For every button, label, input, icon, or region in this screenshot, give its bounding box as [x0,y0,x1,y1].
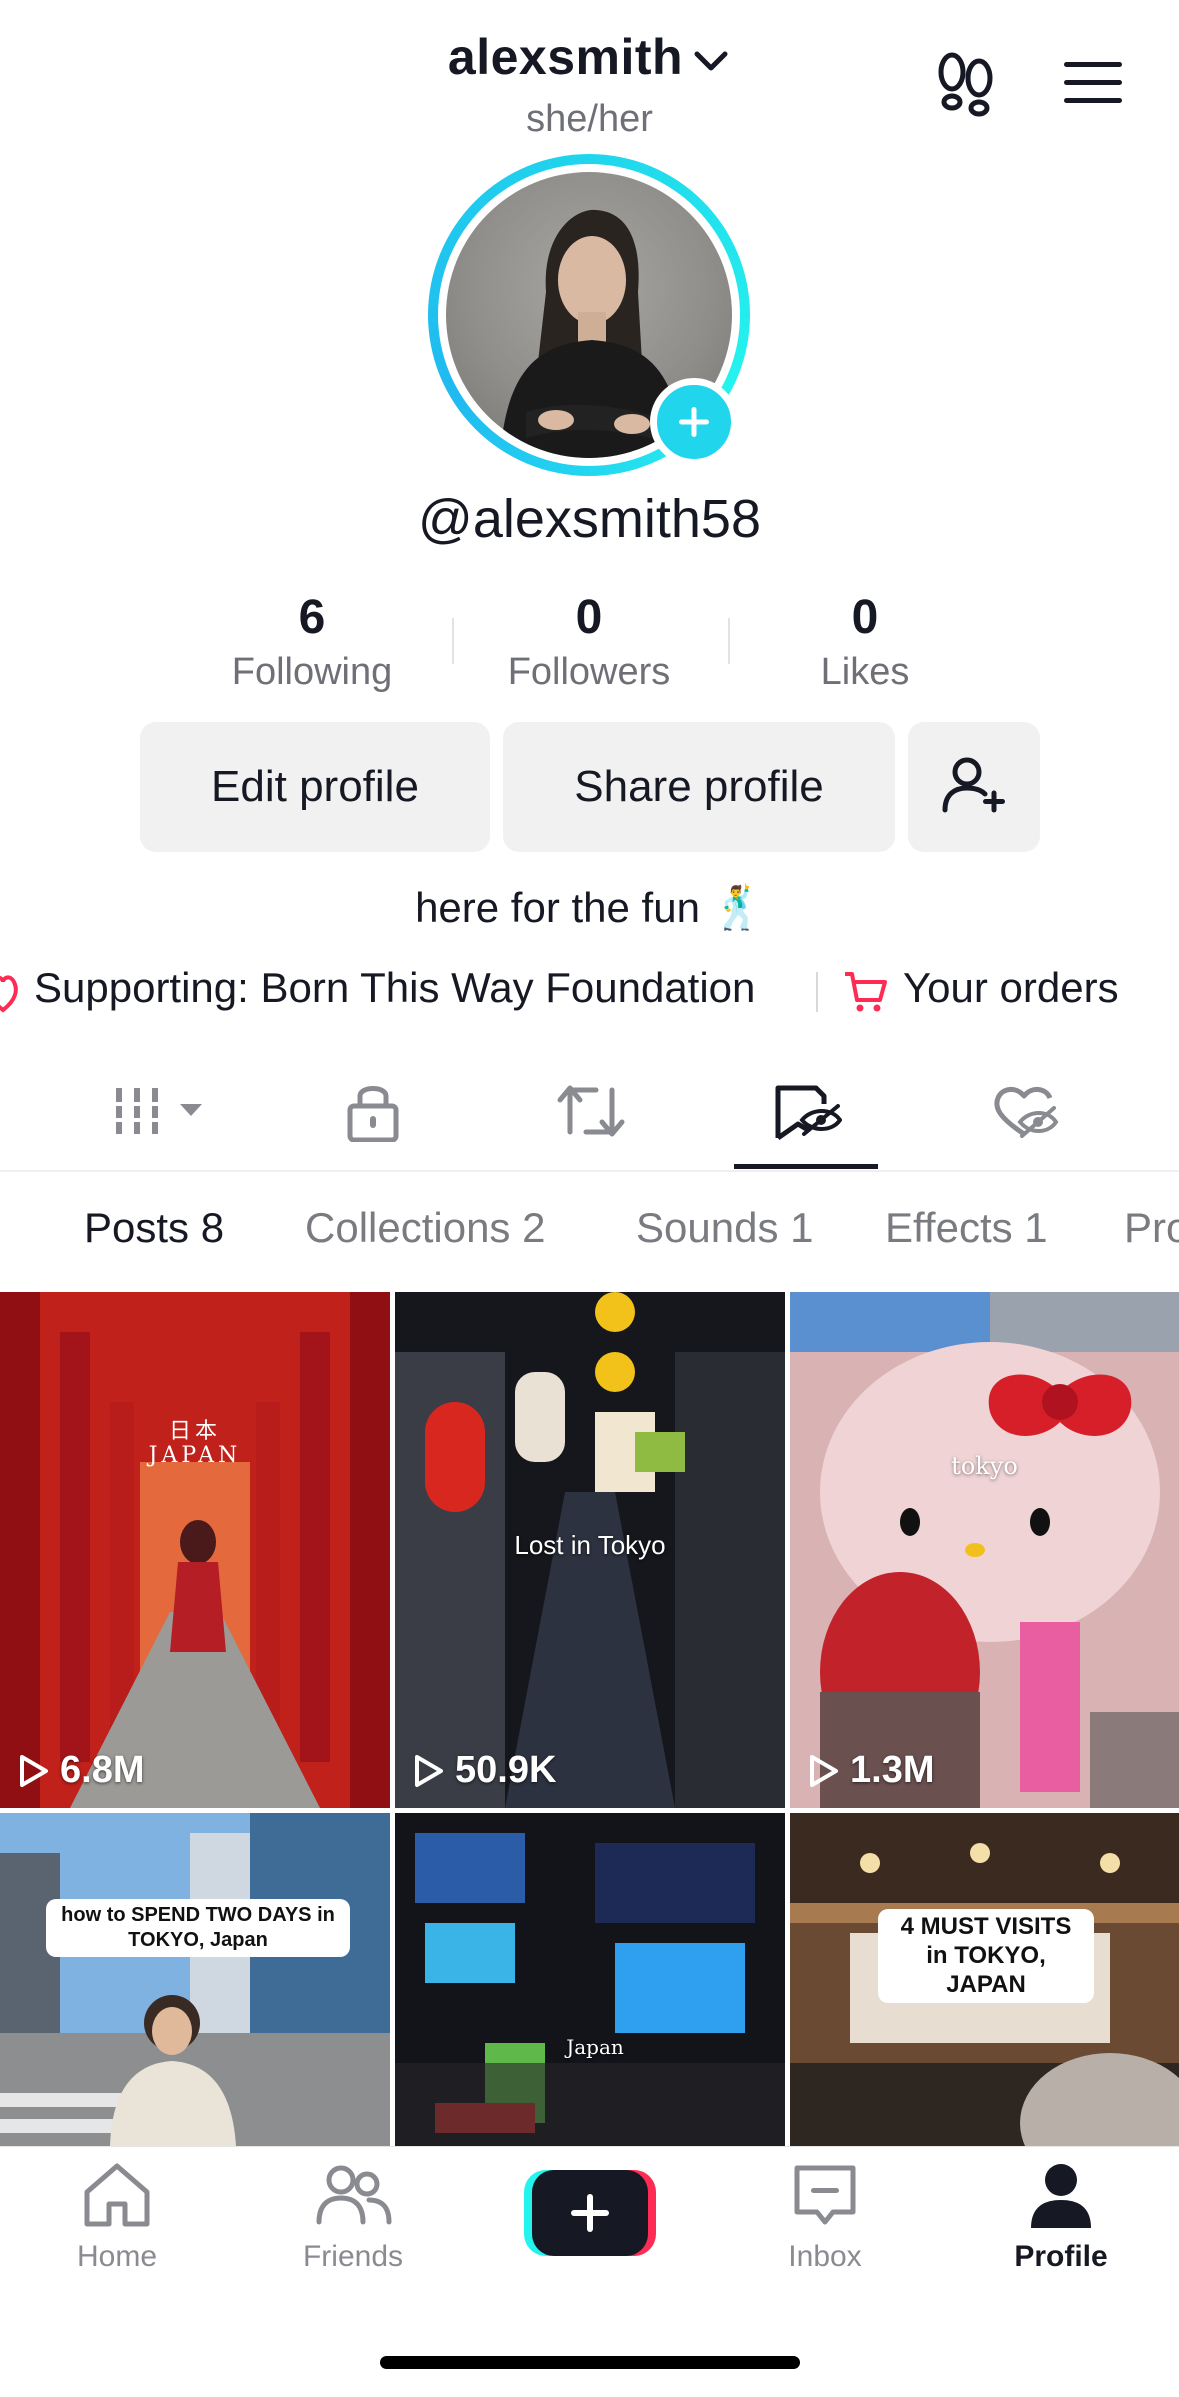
home-indicator [380,2356,800,2369]
create-button[interactable] [524,2170,656,2256]
stat-label: Likes [820,651,910,693]
post-tile[interactable]: 日本 JAPAN 6.8M [0,1292,390,1808]
add-friend-button[interactable] [908,722,1040,852]
view-count: 1.3M [850,1749,935,1791]
stat-value: 0 [851,591,879,644]
nav-label: Friends [302,2240,404,2273]
subtab-effects[interactable]: Effects 1 [885,1204,1048,1252]
link-separator [816,972,818,1012]
post-tile[interactable]: Japan [395,1813,785,2146]
post-caption: 日本 JAPAN [148,1419,242,1469]
post-tile[interactable]: 4 MUST VISITS in TOKYO, JAPAN [790,1813,1179,2146]
friends-icon [316,2165,392,2225]
profile-icon [1031,2164,1091,2228]
footprint-icon[interactable] [930,48,1002,120]
nav-friends[interactable]: Friends [268,2160,438,2290]
nav-profile[interactable]: Profile [976,2160,1146,2290]
post-caption: Lost in Tokyo [514,1530,666,1560]
stat-following[interactable]: 6 Following [192,590,432,694]
lock-icon[interactable] [338,1080,408,1142]
share-profile-button[interactable]: Share profile [503,722,895,852]
nav-inbox[interactable]: Inbox [740,2160,910,2290]
pronouns: she/her [526,98,653,140]
username-text: alexsmith [447,29,684,85]
repost-icon[interactable] [556,1080,626,1142]
subtab-sounds[interactable]: Sounds 1 [636,1204,813,1252]
subtab-posts[interactable]: Posts 8 [84,1204,224,1252]
bio-text: here for the fun 🕺 [415,884,764,931]
play-icon [20,1754,48,1787]
liked-icon[interactable] [990,1080,1060,1142]
stat-divider [452,618,454,664]
stat-followers[interactable]: 0 Followers [469,590,709,694]
chevron-down-icon [691,46,731,76]
tabs-divider [0,1170,1179,1172]
stat-value: 6 [298,591,326,644]
active-tab-indicator [734,1164,878,1169]
play-count: 6.8M [16,1749,144,1792]
supporting-link[interactable]: Supporting: Born This Way Foundation [34,964,755,1012]
grid-icon[interactable] [112,1080,212,1142]
view-count: 50.9K [455,1749,557,1791]
stat-likes[interactable]: 0 Likes [745,590,985,694]
saved-icon[interactable] [772,1080,842,1142]
username-switcher[interactable]: alexsmith [0,28,1179,86]
cart-icon [842,968,890,1016]
post-tile[interactable]: how to SPEND TWO DAYS in TOKYO, Japan [0,1813,390,2146]
stat-divider [728,618,730,664]
post-caption: 4 MUST VISITS in TOKYO, JAPAN [878,1909,1094,2004]
post-caption: how to SPEND TWO DAYS in TOKYO, Japan [46,1899,350,1957]
heart-ribbon-icon [0,970,20,1016]
subtab-collections[interactable]: Collections 2 [305,1204,545,1252]
add-user-icon [942,757,1005,813]
post-caption: Japan [566,2035,624,2059]
post-tile[interactable]: tokyo 1.3M [790,1292,1179,1808]
home-icon [84,2163,150,2227]
menu-icon[interactable] [1060,50,1126,116]
play-icon [415,1754,443,1787]
play-icon [810,1754,838,1787]
post-tile[interactable]: Lost in Tokyo 50.9K [395,1292,785,1808]
nav-home[interactable]: Home [32,2160,202,2290]
plus-icon [571,2194,609,2232]
your-orders-link[interactable]: Your orders [903,964,1119,1012]
nav-label: Profile [1014,2240,1108,2273]
nav-label: Inbox [788,2240,862,2273]
inbox-icon [794,2165,856,2225]
post-caption: tokyo [951,1452,1018,1480]
stat-label: Following [231,651,393,693]
stat-value: 0 [575,591,603,644]
play-count: 50.9K [411,1749,556,1792]
view-count: 6.8M [60,1749,145,1791]
play-count: 1.3M [806,1749,934,1792]
edit-profile-button[interactable]: Edit profile [140,722,490,852]
stat-label: Followers [507,651,671,693]
subtab-products[interactable]: Pro [1124,1204,1179,1252]
add-photo-button[interactable] [650,378,738,466]
nav-label: Home [76,2240,158,2273]
profile-handle: @alexsmith58 [418,489,761,549]
